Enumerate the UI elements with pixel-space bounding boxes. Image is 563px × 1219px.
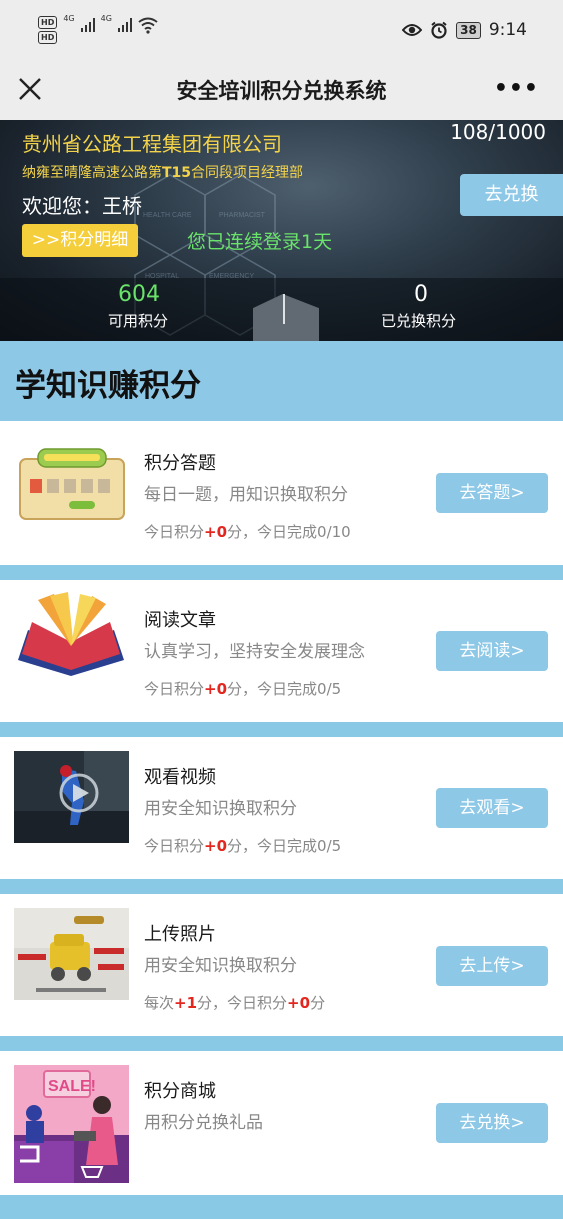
card-subtitle: 用安全知识换取积分 <box>144 956 297 976</box>
status-bar: HD HD 4G 4G 38 9:14 <box>0 0 563 62</box>
go-exchange-button[interactable]: 去兑换> <box>436 1103 548 1143</box>
card-shop: SALE! 积分商城 用积分兑换礼品 去兑换> <box>0 1051 563 1195</box>
alarm-icon <box>431 21 447 39</box>
hd-badge-2: HD <box>38 31 58 44</box>
shop-thumbnail: SALE! <box>14 1065 129 1183</box>
welcome-text: 欢迎您：王桥 <box>22 194 142 218</box>
quiz-thumbnail <box>14 445 129 537</box>
card-subtitle: 用安全知识换取积分 <box>144 799 297 819</box>
battery-icon: 38 <box>456 21 481 39</box>
user-banner: HEALTH CARE PHARMACIST HOSPITAL EMERGENC… <box>0 120 563 341</box>
exchange-button[interactable]: 去兑换 <box>460 174 563 216</box>
title-bar: 安全培训积分兑换系统 ••• <box>0 62 563 120</box>
wifi-icon <box>138 17 158 34</box>
card-subtitle: 用积分兑换礼品 <box>144 1113 263 1133</box>
project-name: 纳雍至晴隆高速公路第T15合同段项目经理部 <box>22 165 304 181</box>
section-title: 学知识赚积分 <box>15 368 201 404</box>
card-title: 积分商城 <box>144 1081 216 1102</box>
signal-icon <box>80 16 95 32</box>
hd-badge-1: HD <box>38 16 58 29</box>
exchanged-points-label: 已兑换积分 <box>381 312 457 330</box>
card-subtitle: 每日一题，用知识换取积分 <box>144 485 348 505</box>
available-points-value: 604 <box>118 282 160 307</box>
card-stats: 每次+1分，今日积分+0分 <box>144 994 326 1012</box>
card-title: 上传照片 <box>144 924 216 945</box>
photo-thumbnail <box>14 908 129 1000</box>
exchanged-points-value: 0 <box>414 282 428 307</box>
more-options-icon[interactable]: ••• <box>494 76 539 101</box>
svg-text:SALE!: SALE! <box>48 1078 96 1095</box>
page-title: 安全培训积分兑换系统 <box>176 79 387 103</box>
go-watch-button[interactable]: 去观看> <box>436 788 548 828</box>
points-progress: 108/1000 <box>450 120 546 144</box>
card-stats: 今日积分+0分，今日完成0/5 <box>144 837 342 855</box>
network-type-2: 4G <box>100 14 112 23</box>
available-points-label: 可用积分 <box>108 312 169 330</box>
card-upload: 上传照片 用安全知识换取积分 每次+1分，今日积分+0分 去上传> <box>0 894 563 1036</box>
bg-word-1: HEALTH CARE <box>143 212 192 219</box>
book-thumbnail <box>14 590 129 682</box>
signal-icon-2 <box>117 16 132 32</box>
card-stats: 今日积分+0分，今日完成0/5 <box>144 680 342 698</box>
network-type-1: 4G <box>63 14 75 23</box>
clock-time: 9:14 <box>488 20 527 40</box>
login-streak-text: 您已连续登录1天 <box>187 231 333 253</box>
card-subtitle: 认真学习，坚持安全发展理念 <box>144 642 365 662</box>
card-read: 阅读文章 认真学习，坚持安全发展理念 今日积分+0分，今日完成0/5 去阅读> <box>0 580 563 722</box>
card-stats: 今日积分+0分，今日完成0/10 <box>144 523 351 541</box>
card-title: 观看视频 <box>144 767 216 788</box>
card-video: 观看视频 用安全知识换取积分 今日积分+0分，今日完成0/5 去观看> <box>0 737 563 879</box>
divider <box>283 294 285 324</box>
section-header: 学知识赚积分 <box>0 341 563 421</box>
card-title: 阅读文章 <box>144 610 216 631</box>
status-left: HD HD 4G 4G <box>38 14 158 44</box>
eye-icon <box>402 24 423 36</box>
go-upload-button[interactable]: 去上传> <box>436 946 548 986</box>
status-right: 38 9:14 <box>402 20 527 40</box>
card-title: 积分答题 <box>144 453 216 474</box>
go-answer-button[interactable]: 去答题> <box>436 473 548 513</box>
bg-word-2: PHARMACIST <box>219 212 266 219</box>
go-read-button[interactable]: 去阅读> <box>436 631 548 671</box>
video-thumbnail <box>14 751 129 843</box>
company-name: 贵州省公路工程集团有限公司 <box>22 132 282 156</box>
points-detail-button[interactable]: >>积分明细 <box>22 224 138 257</box>
card-quiz: 积分答题 每日一题，用知识换取积分 今日积分+0分，今日完成0/10 去答题> <box>0 421 563 565</box>
